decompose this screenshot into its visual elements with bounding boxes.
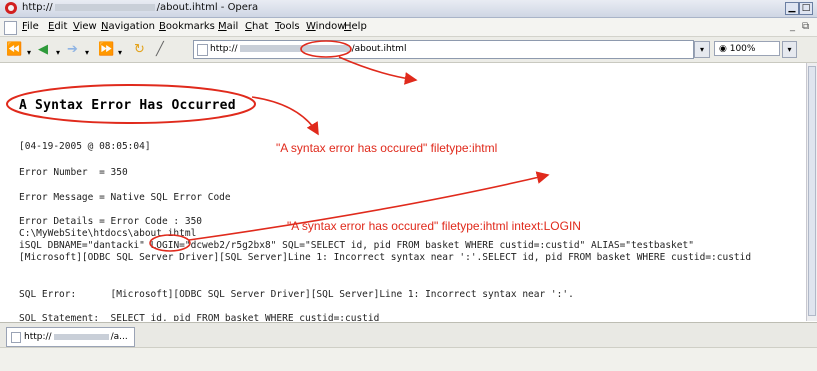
page-menu-icon[interactable]	[4, 21, 17, 35]
menu-mail[interactable]: Mail	[218, 21, 238, 32]
file-path: C:\MyWebSite\htdocs\about.ihtml	[19, 228, 197, 239]
tab-about[interactable]: http:// /a...	[6, 327, 135, 347]
page-icon	[197, 44, 208, 56]
fast-forward-icon[interactable]: ⏩	[98, 43, 114, 56]
timestamp: [04-19-2005 @ 08:05:04]	[19, 141, 151, 152]
page-content: A Syntax Error Has Occurred [04-19-2005 …	[0, 63, 805, 321]
mdi-restore-icon[interactable]: ⧉	[802, 21, 809, 32]
back-icon[interactable]: ◀	[38, 43, 48, 56]
menu-edit[interactable]: Edit	[48, 21, 67, 32]
rewind-icon[interactable]: ⏪	[6, 43, 22, 56]
edit-wand-icon[interactable]: ╱	[156, 43, 164, 56]
title-prefix: http://	[22, 2, 53, 13]
scrollbar-thumb[interactable]	[808, 66, 816, 316]
page-heading: A Syntax Error Has Occurred	[19, 98, 236, 113]
opera-logo-icon	[5, 2, 17, 14]
window-title: http:// /about.ihtml - Opera	[22, 2, 258, 13]
navigation-toolbar: ⏪ ▾ ◀ ▾ ➔ ▾ ⏩ ▾ ↻ ╱ http:///about.ihtml …	[0, 37, 817, 63]
error-number: Error Number = 350	[19, 167, 128, 178]
minimize-button[interactable]: ▁	[785, 2, 799, 15]
menu-view[interactable]: View	[73, 21, 97, 32]
back-drop-icon[interactable]: ▾	[56, 46, 60, 59]
isql-line: iSQL DBNAME="dantacki" LOGIN="dcweb2/r5g…	[19, 240, 694, 251]
menu-bookmarks[interactable]: Bookmarks	[159, 21, 215, 32]
zoom-select[interactable]: ◉ 100%	[714, 41, 780, 56]
address-dropdown-button[interactable]: ▾	[694, 41, 710, 58]
forward-icon[interactable]: ➔	[67, 43, 78, 56]
sql-statement: SQL Statement: SELECT id, pid FROM baske…	[19, 313, 380, 321]
reload-icon[interactable]: ↻	[134, 43, 145, 56]
redacted-address-host	[239, 45, 350, 52]
tab-label-prefix: http://	[24, 332, 52, 342]
menu-window[interactable]: Window	[306, 21, 345, 32]
redacted-tab-host	[53, 333, 109, 340]
zoom-icon: ◉	[719, 44, 730, 54]
isql-login: LOGIN	[150, 240, 180, 251]
menu-help[interactable]: Help	[344, 21, 367, 32]
menu-tools[interactable]: Tools	[275, 21, 300, 32]
error-details: Error Details = Error Code : 350	[19, 216, 203, 227]
fast-forward-drop-icon[interactable]: ▾	[118, 46, 122, 59]
title-bar: http:// /about.ihtml - Opera ▁ □	[0, 0, 817, 18]
driver-line: [Microsoft][ODBC SQL Server Driver][SQL …	[19, 252, 752, 263]
redacted-host	[54, 3, 155, 11]
zoom-value: 100%	[729, 44, 756, 54]
forward-drop-icon[interactable]: ▾	[85, 46, 89, 59]
annotation-note-1: "A syntax error has occured" filetype:ih…	[276, 141, 498, 155]
menu-navigation[interactable]: Navigation	[101, 21, 155, 32]
tab-label-suffix: /a...	[110, 332, 128, 342]
vertical-scrollbar[interactable]	[806, 63, 817, 321]
isql-after: ="dcweb2/r5g2bx8" SQL="SELECT id, pid FR…	[179, 240, 694, 251]
address-text[interactable]: http:// /about.ihtml	[210, 44, 406, 54]
menu-bar: File Edit View Navigation Bookmarks Mail…	[0, 18, 817, 37]
address-bar[interactable]: http:// /about.ihtml	[193, 40, 694, 59]
menu-chat[interactable]: Chat	[245, 21, 268, 32]
maximize-button[interactable]: □	[799, 2, 813, 15]
address-suffix: /about.ihtml	[351, 44, 407, 54]
tab-label: http:// /a...	[24, 332, 128, 342]
isql-before: iSQL DBNAME="dantacki"	[19, 240, 151, 251]
address-prefix: http://	[210, 44, 238, 54]
zoom-dropdown-button[interactable]: ▾	[782, 41, 797, 58]
mdi-minimize-icon[interactable]: _	[790, 21, 795, 32]
sql-error: SQL Error: [Microsoft][ODBC SQL Server D…	[19, 289, 574, 300]
status-bar	[0, 347, 817, 371]
menu-file[interactable]: File	[22, 21, 39, 32]
tab-page-icon	[11, 332, 21, 343]
error-message: Error Message = Native SQL Error Code	[19, 192, 231, 203]
annotation-note-2: "A syntax error has occured" filetype:ih…	[287, 219, 581, 233]
tab-bar: http:// /a...	[0, 322, 817, 347]
rewind-drop-icon[interactable]: ▾	[27, 46, 31, 59]
title-suffix: /about.ihtml - Opera	[156, 2, 259, 13]
